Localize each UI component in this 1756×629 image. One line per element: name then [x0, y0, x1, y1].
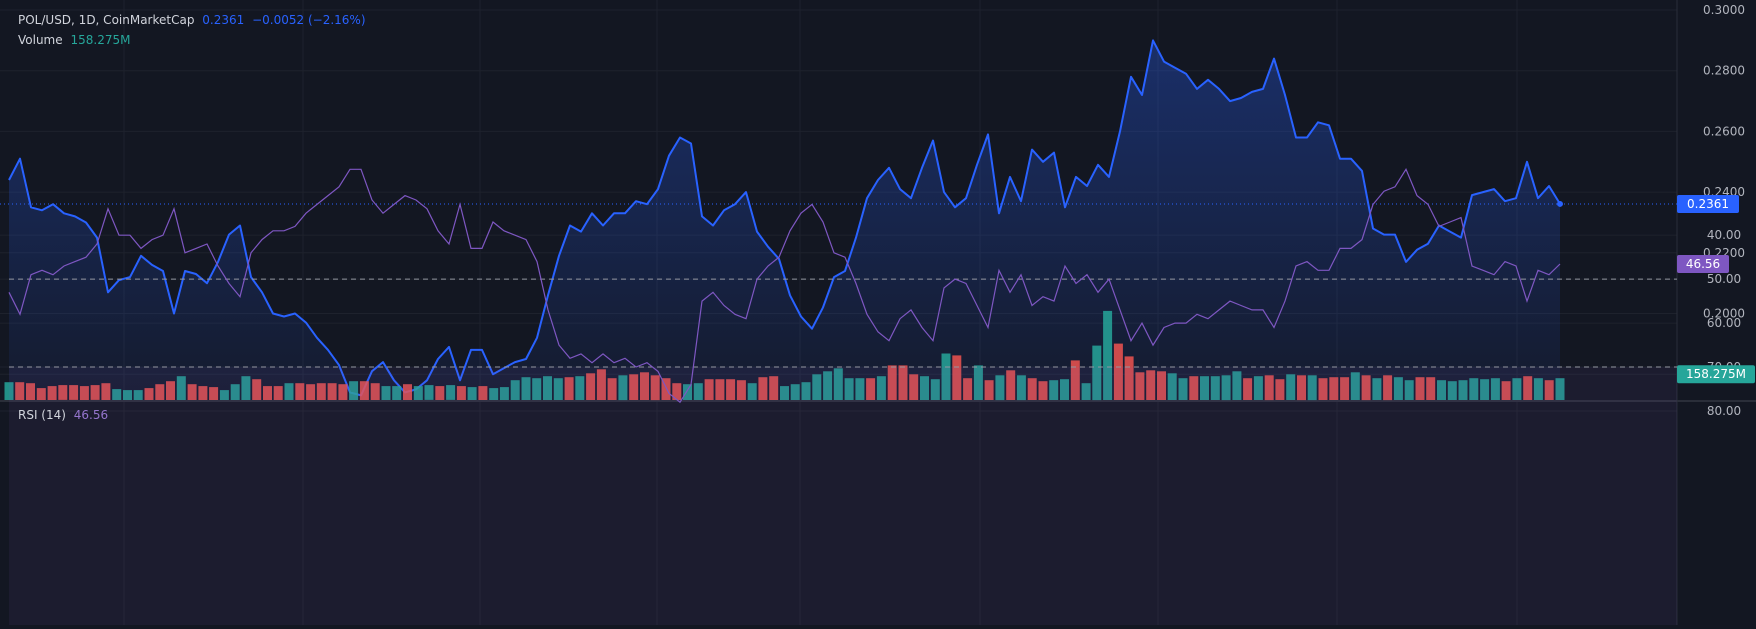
rsi-tick-label-2: 60.00	[1707, 316, 1741, 330]
rsi-tick-label-4: 40.00	[1707, 228, 1741, 242]
rsi-legend: RSI (14) 46.56	[18, 406, 112, 424]
price-change: −0.0052 (−2.16%)	[252, 13, 366, 27]
price-legend: POL/USD, 1D, CoinMarketCap 0.2361 −0.005…	[18, 11, 370, 29]
volume-value: 158.275M	[70, 33, 131, 47]
symbol-label[interactable]: POL/USD, 1D, CoinMarketCap	[18, 13, 194, 27]
price-axis: 0.30000.28000.26000.24000.22000.20000.18…	[1677, 3, 1755, 418]
last-price-badge-label: 0.2361	[1687, 197, 1729, 211]
rsi-pane	[8, 168, 1677, 625]
volume-label[interactable]: Volume	[18, 33, 63, 47]
price-tick-label-2: 0.2600	[1703, 124, 1745, 138]
chart-stage[interactable]: 0.30000.28000.26000.24000.22000.20000.18…	[0, 0, 1756, 625]
rsi-band-fill	[9, 367, 1677, 625]
last-price: 0.2361	[202, 13, 245, 27]
price-tick-label-1: 0.2800	[1703, 64, 1745, 78]
volume-badge-label: 158.275M	[1686, 367, 1746, 381]
price-area	[0, 39, 1677, 401]
rsi-badge-label: 46.56	[1686, 257, 1720, 271]
rsi-value: 46.56	[73, 408, 109, 422]
price-area-fill	[9, 40, 1560, 401]
volume-legend: Volume 158.275M	[18, 31, 134, 49]
rsi-tick-label-3: 50.00	[1707, 272, 1741, 286]
last-price-marker	[1557, 200, 1563, 207]
rsi-tick-label-0: 80.00	[1707, 404, 1741, 418]
price-tick-label-0: 0.3000	[1703, 3, 1745, 17]
rsi-label[interactable]: RSI (14)	[18, 408, 66, 422]
chart-svg[interactable]: 0.30000.28000.26000.24000.22000.20000.18…	[0, 0, 1756, 625]
